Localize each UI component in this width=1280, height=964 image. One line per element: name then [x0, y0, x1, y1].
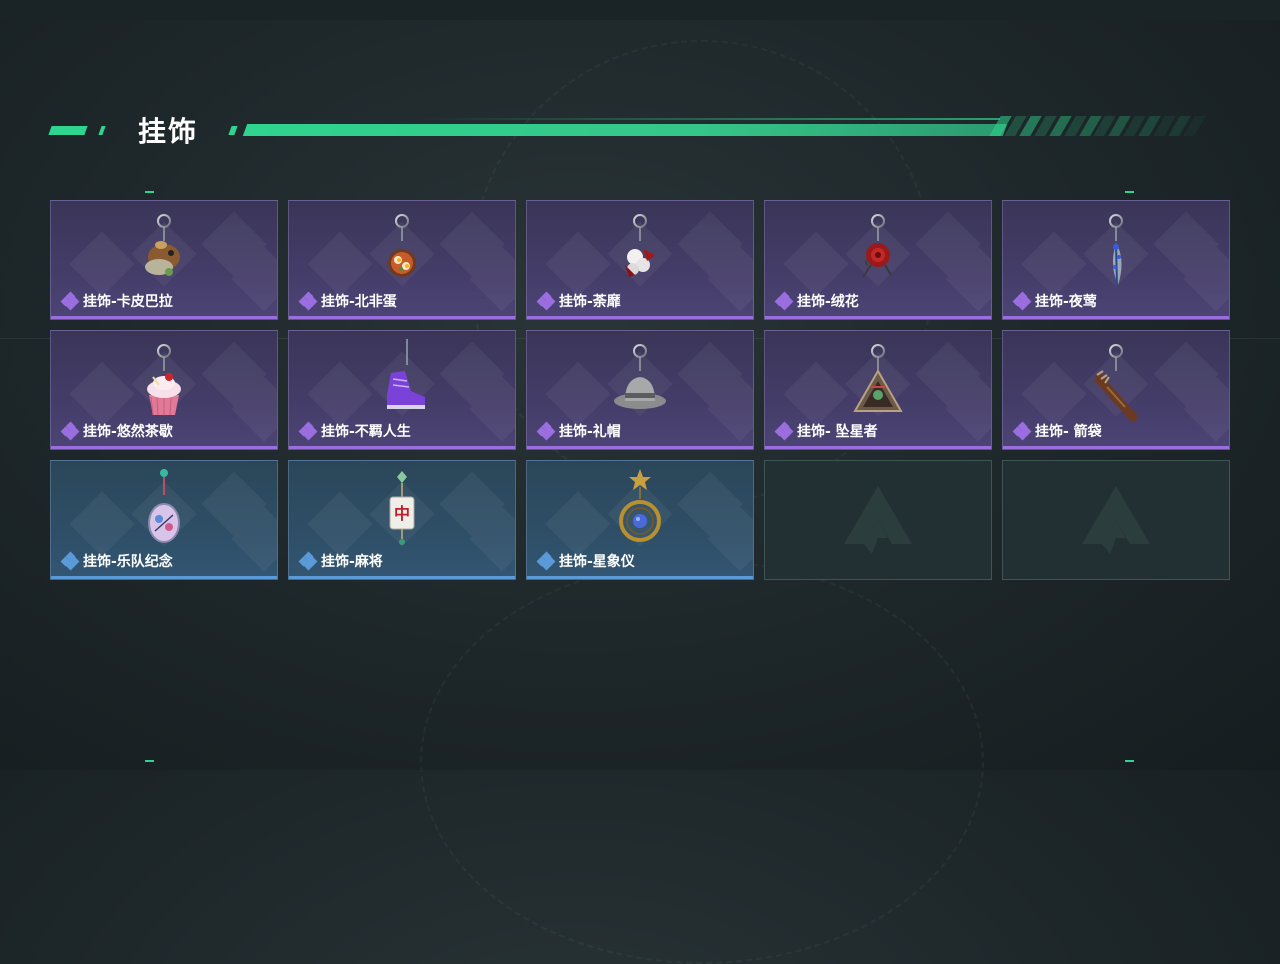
empty-slot-logo-icon: [1082, 486, 1150, 554]
empty-charm-slot[interactable]: [764, 460, 992, 580]
header-accent-tick: [98, 126, 106, 135]
capybara-charm-icon: [145, 214, 180, 276]
charm-name: 挂饰-礼帽: [559, 424, 621, 440]
charm-label: 挂饰-不羁人生: [298, 421, 411, 441]
charm-label: 挂饰-绒花: [774, 291, 859, 311]
charm-card[interactable]: 挂饰- 坠星者: [764, 330, 992, 450]
charm-name: 挂饰-卡皮巴拉: [83, 294, 173, 310]
charm-label: 挂饰- 箭袋: [1012, 421, 1102, 441]
rarity-diamond-icon: [536, 551, 556, 571]
rarity-diamond-icon: [774, 421, 794, 441]
charm-name: 挂饰-北非蛋: [321, 294, 397, 310]
header-accent-tick: [228, 126, 238, 135]
rarity-underline: [1003, 316, 1229, 319]
rarity-underline: [765, 446, 991, 449]
rarity-diamond-icon: [60, 421, 80, 441]
charm-card[interactable]: 挂饰-不羁人生: [288, 330, 516, 450]
rarity-diamond-icon: [1012, 421, 1032, 441]
sneaker-charm-icon: [387, 339, 425, 409]
charm-label: 挂饰-荼靡: [536, 291, 621, 311]
hat-charm-icon: [614, 344, 666, 409]
triangle-emblem-charm-icon: [853, 344, 903, 412]
charm-card[interactable]: 挂饰-乐队纪念: [50, 460, 278, 580]
header-progress-line: [242, 124, 1008, 136]
rarity-diamond-icon: [536, 421, 556, 441]
rarity-underline: [765, 316, 991, 319]
header-thin-line: [420, 118, 1000, 120]
charm-name: 挂饰- 箭袋: [1035, 424, 1102, 440]
rarity-underline: [1003, 446, 1229, 449]
quiver-charm-icon: [1094, 344, 1138, 422]
rarity-underline: [289, 576, 515, 579]
charm-card[interactable]: 挂饰- 箭袋: [1002, 330, 1230, 450]
astrolabe-charm-icon: [619, 469, 661, 542]
cupcake-charm-icon: [147, 344, 181, 416]
charm-label: 挂饰-礼帽: [536, 421, 621, 441]
charm-label: 挂饰-悠然茶歇: [60, 421, 173, 441]
rarity-diamond-icon: [774, 291, 794, 311]
shakshuka-charm-icon: [388, 214, 416, 277]
charm-card[interactable]: 挂饰-星象仪: [526, 460, 754, 580]
charm-name: 挂饰-乐队纪念: [83, 554, 173, 570]
rarity-underline: [527, 446, 753, 449]
band-badge-charm-icon: [148, 469, 180, 543]
rarity-diamond-icon: [298, 421, 318, 441]
mahjong-charm-icon: 中: [389, 471, 415, 545]
charm-name: 挂饰-星象仪: [559, 554, 635, 570]
charm-card[interactable]: 挂饰-礼帽: [526, 330, 754, 450]
bg-ring: [420, 560, 984, 964]
charm-card[interactable]: 挂饰-绒花: [764, 200, 992, 320]
charm-card[interactable]: 挂饰-卡皮巴拉: [50, 200, 278, 320]
rarity-diamond-icon: [536, 291, 556, 311]
corner-mark: [1125, 191, 1134, 193]
rarity-diamond-icon: [60, 551, 80, 571]
charm-name: 挂饰-不羁人生: [321, 424, 411, 440]
charm-label: 挂饰- 坠星者: [774, 421, 878, 441]
charm-card[interactable]: 中挂饰-麻将: [288, 460, 516, 580]
charm-label: 挂饰-卡皮巴拉: [60, 291, 173, 311]
charm-label: 挂饰-麻将: [298, 551, 383, 571]
rarity-underline: [51, 316, 277, 319]
charm-name: 挂饰-夜莺: [1035, 294, 1097, 310]
rarity-underline: [527, 576, 753, 579]
charm-card[interactable]: 挂饰-北非蛋: [288, 200, 516, 320]
charm-label: 挂饰-乐队纪念: [60, 551, 173, 571]
rose-charm-icon: [862, 214, 892, 278]
charm-label: 挂饰-星象仪: [536, 551, 635, 571]
rarity-diamond-icon: [298, 291, 318, 311]
header-checker-pattern: [989, 116, 1206, 136]
rarity-diamond-icon: [60, 291, 80, 311]
charm-name: 挂饰-荼靡: [559, 294, 621, 310]
section-title: 挂饰: [138, 115, 199, 148]
rarity-underline: [527, 316, 753, 319]
flower-charm-icon: [625, 214, 655, 277]
svg-text:中: 中: [394, 504, 410, 523]
charm-label: 挂饰-夜莺: [1012, 291, 1097, 311]
rarity-underline: [289, 316, 515, 319]
charm-name: 挂饰- 坠星者: [797, 424, 878, 440]
rarity-underline: [51, 576, 277, 579]
header-accent-bar: [48, 126, 88, 135]
charm-name: 挂饰-悠然茶歇: [83, 424, 173, 440]
rarity-underline: [51, 446, 277, 449]
charm-card[interactable]: 挂饰-悠然茶歇: [50, 330, 278, 450]
empty-slot-logo-icon: [844, 486, 912, 554]
charm-card[interactable]: 挂饰-夜莺: [1002, 200, 1230, 320]
corner-mark: [1125, 760, 1134, 762]
charm-card[interactable]: 挂饰-荼靡: [526, 200, 754, 320]
rarity-underline: [289, 446, 515, 449]
empty-charm-slot[interactable]: [1002, 460, 1230, 580]
feather-charm-icon: [1109, 214, 1123, 286]
charm-name: 挂饰-绒花: [797, 294, 859, 310]
corner-mark: [145, 191, 154, 193]
charm-name: 挂饰-麻将: [321, 554, 383, 570]
charm-label: 挂饰-北非蛋: [298, 291, 397, 311]
corner-mark: [145, 760, 154, 762]
charm-grid: 挂饰-卡皮巴拉 挂饰-北非蛋 挂饰-荼靡 挂饰-绒花 挂饰-夜莺挂饰-悠然茶歇 挂饰-不羁…: [50, 200, 1230, 580]
rarity-diamond-icon: [298, 551, 318, 571]
top-strip: [0, 0, 1280, 20]
rarity-diamond-icon: [1012, 291, 1032, 311]
